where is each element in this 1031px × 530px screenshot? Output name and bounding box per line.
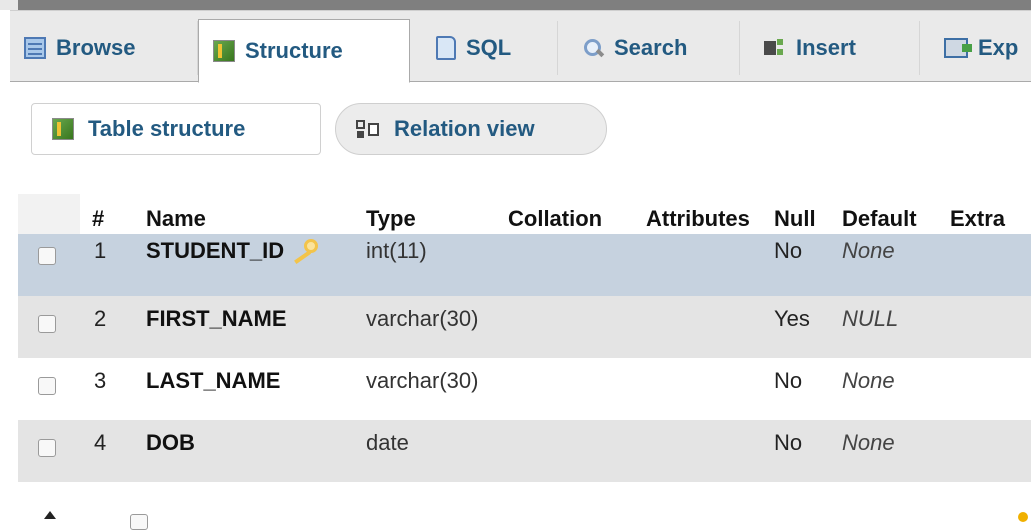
subtab-relation-view-label: Relation view [394, 116, 535, 141]
row-checkbox-cell [18, 234, 80, 296]
column-default: None [842, 430, 895, 455]
header-name[interactable]: Name [138, 194, 356, 234]
structure-icon [213, 40, 235, 62]
status-dot-icon [1018, 512, 1028, 522]
export-icon [944, 38, 972, 58]
column-attributes [642, 234, 770, 296]
row-checkbox[interactable] [38, 439, 56, 457]
tab-browse-label: Browse [56, 35, 136, 60]
tab-export[interactable]: Exp [930, 21, 1031, 75]
top-bar-corner [0, 0, 18, 10]
row-name-cell: LAST_NAME [138, 358, 356, 420]
row-checkbox[interactable] [38, 247, 56, 265]
column-null: Yes [774, 306, 810, 331]
subtab-table-structure[interactable]: Table structure [31, 103, 321, 155]
relation-view-icon [356, 118, 380, 140]
column-extra [946, 420, 1031, 482]
row-number: 3 [94, 368, 107, 393]
row-checkbox-cell [18, 358, 80, 420]
column-default: None [842, 368, 895, 393]
subtab-relation-view[interactable]: Relation view [335, 103, 607, 155]
tab-sql[interactable]: SQL [422, 21, 558, 75]
table-row[interactable]: 2 FIRST_NAME varchar(30) Yes NULL [18, 296, 1031, 358]
column-null: No [774, 368, 803, 393]
header-attributes[interactable]: Attributes [642, 194, 770, 234]
tab-insert-label: Insert [796, 35, 856, 60]
row-checkbox[interactable] [38, 315, 56, 333]
column-null: No [774, 238, 803, 263]
column-attributes [642, 420, 770, 482]
tab-search-label: Search [614, 35, 688, 60]
column-name: STUDENT_ID [146, 238, 285, 263]
tab-sql-label: SQL [466, 35, 512, 60]
row-number: 4 [94, 430, 107, 455]
table-row[interactable]: 4 DOB date No None [18, 420, 1031, 482]
column-extra [946, 296, 1031, 358]
header-default[interactable]: Default [838, 194, 946, 234]
column-type: varchar(30) [366, 306, 479, 331]
table-row[interactable]: 3 LAST_NAME varchar(30) No None [18, 358, 1031, 420]
row-name-cell: DOB [138, 420, 356, 482]
column-name: FIRST_NAME [146, 306, 287, 331]
row-checkbox[interactable] [38, 377, 56, 395]
header-checkbox-cell [18, 194, 80, 234]
structure-table: # Name Type Collation Attributes Null De… [18, 194, 1031, 482]
header-collation[interactable]: Collation [504, 194, 642, 234]
subtab-table-structure-label: Table structure [88, 116, 246, 141]
column-attributes [642, 358, 770, 420]
insert-icon [764, 37, 786, 59]
column-type: varchar(30) [366, 368, 479, 393]
row-name-cell: STUDENT_ID [138, 234, 356, 296]
sql-icon [436, 36, 456, 60]
top-bar [0, 0, 1031, 10]
search-icon [582, 37, 604, 59]
column-collation [504, 358, 642, 420]
column-null: No [774, 430, 803, 455]
column-type: int(11) [366, 238, 427, 263]
header-type[interactable]: Type [356, 194, 504, 234]
row-checkbox-cell [18, 296, 80, 358]
tab-export-label: Exp [978, 35, 1019, 60]
header-null[interactable]: Null [770, 194, 838, 234]
row-name-cell: FIRST_NAME [138, 296, 356, 358]
browse-icon [24, 37, 46, 59]
tab-insert[interactable]: Insert [750, 21, 920, 75]
table-header-row: # Name Type Collation Attributes Null De… [18, 194, 1031, 234]
column-extra [946, 358, 1031, 420]
main-tab-bar: Browse Structure SQL Search Insert Exp [10, 10, 1031, 83]
table-structure-icon [52, 118, 74, 140]
primary-key-icon [290, 239, 320, 261]
column-collation [504, 420, 642, 482]
check-all-checkbox[interactable] [130, 514, 148, 530]
tab-search[interactable]: Search [568, 21, 740, 75]
column-name: LAST_NAME [146, 368, 281, 393]
column-collation [504, 234, 642, 296]
header-num: # [80, 194, 138, 234]
column-collation [504, 296, 642, 358]
row-number: 1 [94, 238, 107, 263]
column-default: NULL [842, 306, 899, 331]
row-checkbox-cell [18, 420, 80, 482]
tab-structure-label: Structure [245, 38, 343, 63]
tab-browse[interactable]: Browse [10, 21, 198, 75]
column-extra [946, 234, 1031, 296]
column-attributes [642, 296, 770, 358]
check-all-arrow-icon [44, 511, 56, 519]
column-name: DOB [146, 430, 195, 455]
column-type: date [366, 430, 409, 455]
row-number: 2 [94, 306, 107, 331]
column-default: None [842, 238, 895, 263]
header-extra[interactable]: Extra [946, 194, 1031, 234]
table-row[interactable]: 1 STUDENT_ID int(11) No None [18, 234, 1031, 296]
tab-structure[interactable]: Structure [198, 19, 410, 83]
